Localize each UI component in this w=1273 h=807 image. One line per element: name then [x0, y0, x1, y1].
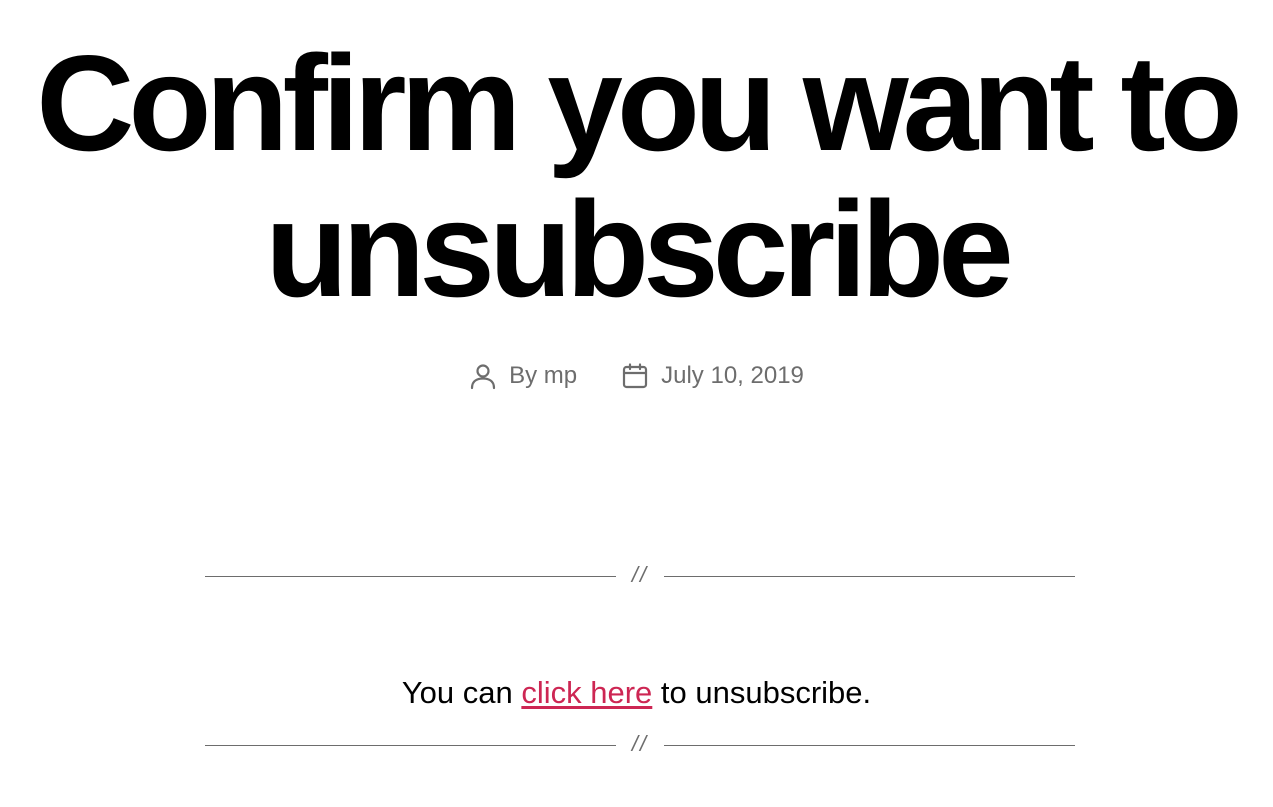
date-link[interactable]: July 10, 2019 [661, 362, 804, 390]
separator-line-right [664, 576, 1075, 577]
post-author: By mp [469, 362, 577, 390]
content-text-after: to unsubscribe. [652, 675, 872, 710]
separator-symbol: // [631, 731, 649, 756]
separator-line-right [664, 745, 1075, 746]
calendar-icon [621, 362, 649, 390]
separator-line-left [205, 745, 616, 746]
unsubscribe-link[interactable]: click here [521, 675, 652, 710]
separator-line-left [205, 576, 616, 577]
user-icon [469, 362, 497, 390]
page-title: Confirm you want to unsubscribe [36, 27, 1243, 325]
post-date: July 10, 2019 [621, 362, 804, 390]
author-link[interactable]: mp [544, 362, 577, 389]
content-text-before: You can [401, 675, 522, 710]
post-content: You can click here to unsubscribe. [0, 673, 1273, 713]
separator-top: // [205, 562, 1075, 587]
separator-bottom: // [205, 731, 1075, 756]
author-prefix: By [509, 362, 538, 389]
author-text: By mp [509, 362, 577, 390]
separator-symbol: // [631, 562, 649, 587]
post-meta: By mp July 10, 2019 [0, 362, 1273, 390]
